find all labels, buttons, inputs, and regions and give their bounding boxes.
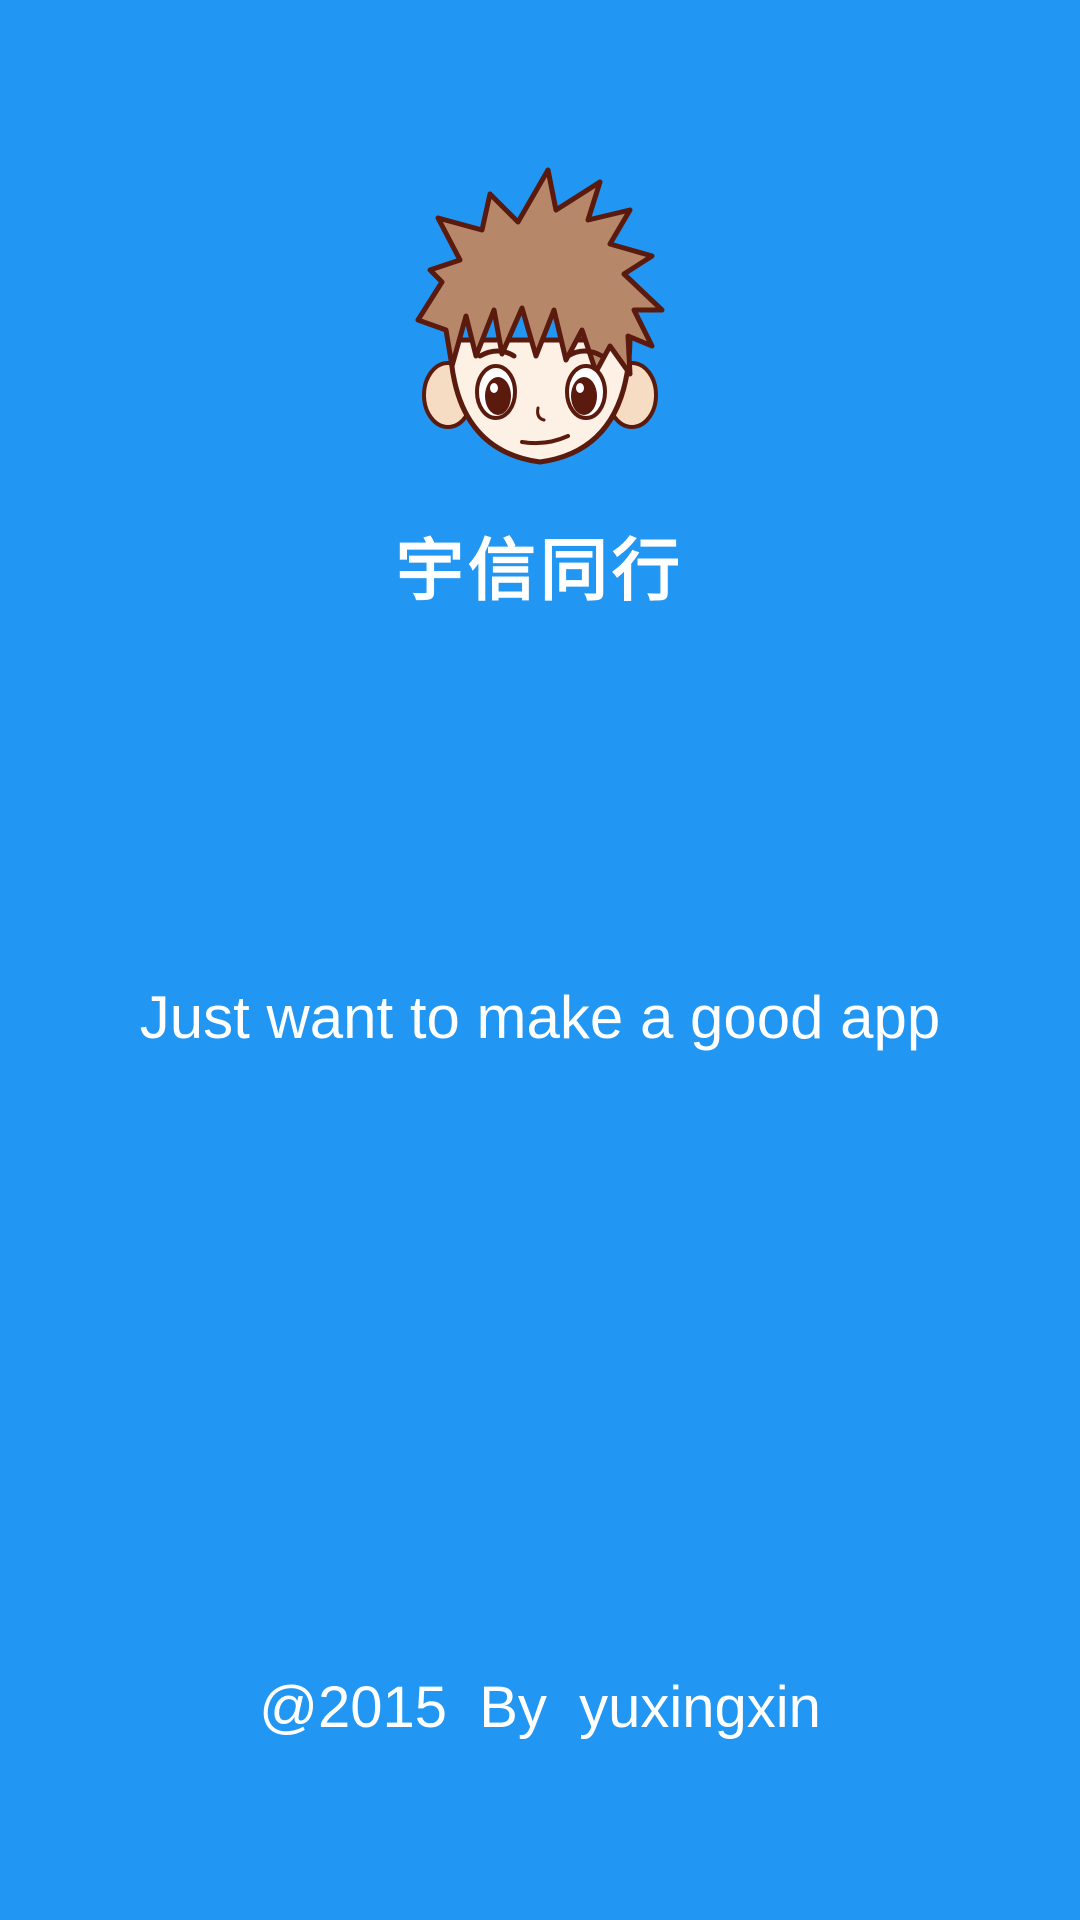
splash-screen: 宇信同行 Just want to make a good app @2015 …: [0, 0, 1080, 1920]
cartoon-boy-avatar-icon: [415, 167, 665, 465]
app-title: 宇信同行: [395, 532, 684, 611]
app-logo: [390, 160, 690, 470]
copyright-text: @2015 By yuxingxin: [259, 1675, 821, 1740]
slogan-text: Just want to make a good app: [139, 984, 941, 1051]
